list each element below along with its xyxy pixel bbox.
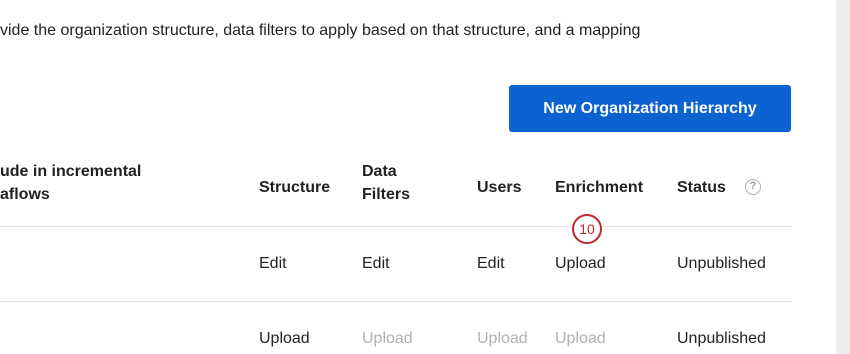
- column-header-structure: Structure: [259, 179, 331, 196]
- step-number-badge: 10: [572, 214, 602, 244]
- column-header-users: Users: [477, 179, 522, 196]
- column-header-enrichment: Enrichment: [555, 179, 644, 196]
- row1-users-edit-link[interactable]: Edit: [477, 255, 505, 273]
- row1-enrichment-upload-link[interactable]: Upload: [555, 255, 606, 273]
- column-header-include-line2: aflows: [0, 186, 50, 203]
- row1-status: Unpublished: [677, 255, 766, 272]
- header-divider: [0, 226, 792, 227]
- row1-data-filters-edit-link[interactable]: Edit: [362, 255, 390, 273]
- row2-structure-upload-link[interactable]: Upload: [259, 330, 310, 348]
- column-header-data-filters-line2: Filters: [362, 186, 411, 203]
- row-divider: [0, 301, 792, 302]
- column-header-data-filters-line1: Data: [362, 163, 397, 180]
- column-header-status: Status: [677, 179, 726, 196]
- intro-description: vide the organization structure, data fi…: [0, 22, 641, 39]
- column-header-include-line1: ude in incremental: [0, 163, 142, 180]
- row2-status: Unpublished: [677, 330, 766, 347]
- row1-structure-edit-link[interactable]: Edit: [259, 255, 287, 273]
- column-header-data-filters: Data Filters: [362, 160, 410, 206]
- row2-data-filters-upload-disabled: Upload: [362, 330, 413, 347]
- row2-enrichment-upload-disabled: Upload: [555, 330, 606, 347]
- help-icon[interactable]: ?: [745, 179, 761, 195]
- column-header-include: ude in incremental aflows: [0, 160, 141, 206]
- row2-users-upload-disabled: Upload: [477, 330, 528, 347]
- right-side-panel: [836, 0, 850, 354]
- new-organization-hierarchy-button[interactable]: New Organization Hierarchy: [509, 85, 791, 132]
